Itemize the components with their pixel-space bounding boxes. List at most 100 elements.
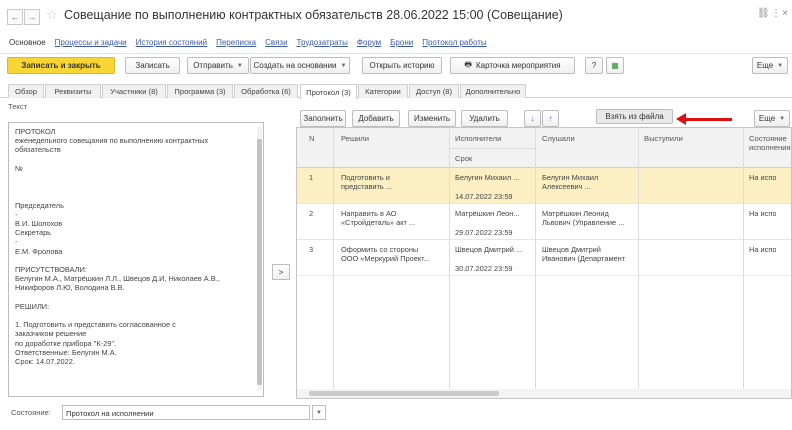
col-header-decided[interactable]: Решили [341, 134, 369, 143]
tab-additional[interactable]: Дополнительно [460, 84, 526, 98]
vertical-scrollbar[interactable] [257, 127, 262, 391]
cell-n: 2 [309, 209, 314, 218]
fill-button[interactable]: Заполнить [300, 110, 346, 127]
create-based-label: Создать на основании [253, 61, 337, 70]
add-button[interactable]: Добавить [352, 110, 400, 127]
protocol-text-lines: ПРОТОКОЛ еженедельного совещания по выпол… [15, 127, 257, 366]
text-line: В.И. Шолохов [15, 219, 63, 229]
section-state-history[interactable]: История состояний [136, 38, 208, 47]
status-select[interactable]: Протокол на исполнении [62, 405, 310, 420]
tab-access[interactable]: Доступ (8) [409, 84, 459, 98]
column-divider [535, 128, 536, 391]
column-divider [333, 128, 334, 391]
col-header-n[interactable]: N [309, 134, 314, 143]
text-line: Ответственные: Белугин М.А. [15, 347, 117, 357]
chevron-down-icon: ▼ [777, 62, 784, 69]
text-line: обязательств [15, 145, 61, 155]
cell-decided: «Стройдеталь» акт ... [341, 218, 416, 227]
tab-overview[interactable]: Обзор [8, 84, 44, 98]
cell-status: На испо [749, 173, 777, 182]
cell-deadline: 14.07.2022 23:59 [455, 192, 513, 201]
save-button[interactable]: Записать [125, 57, 180, 74]
col-header-speakers[interactable]: Выступили [644, 134, 683, 143]
section-work-log[interactable]: Протокол работы [422, 38, 486, 47]
scrollbar-thumb[interactable] [309, 391, 499, 396]
col-header-heard[interactable]: Слушали [542, 134, 575, 143]
col-header-executors[interactable]: Исполнители [455, 134, 501, 143]
edit-button[interactable]: Изменить [408, 110, 456, 127]
more-label: Еще [756, 61, 774, 70]
text-line [15, 293, 257, 302]
more-label: Еще [758, 114, 776, 123]
send-button[interactable]: Отправить ▼ [187, 57, 249, 74]
text-line: - [15, 237, 18, 247]
horizontal-scrollbar[interactable] [297, 389, 791, 398]
chevron-down-icon[interactable]: ▼ [312, 405, 326, 420]
table-row[interactable]: 2 Направить в АО «Стройдеталь» акт ... Матр… [297, 204, 791, 240]
link-icon[interactable]: ⛓ [757, 8, 770, 19]
section-forum[interactable]: Форум [357, 38, 381, 47]
event-card-button[interactable]: 🖶 Карточка мероприятия [450, 57, 575, 74]
toolbar-more-button[interactable]: Еще ▼ [752, 57, 788, 74]
cell-deadline: 30.07.2022 23:59 [455, 264, 513, 273]
chevron-down-icon: ▼ [779, 115, 786, 122]
scrollbar-thumb[interactable] [257, 139, 262, 385]
tab-requisites[interactable]: Реквизиты [45, 84, 101, 98]
section-correspondence[interactable]: Переписка [216, 38, 256, 47]
move-up-icon[interactable]: ↑ [542, 110, 559, 127]
text-line: Секретарь [15, 228, 52, 238]
table-header: N Решили Исполнители Срок Слушали Выступ… [297, 128, 791, 168]
move-down-icon[interactable]: ↓ [524, 110, 541, 127]
cell-deadline: 29.07.2022 23:59 [455, 228, 513, 237]
section-main[interactable]: Основное [9, 38, 46, 47]
open-history-button[interactable]: Открыть историю [362, 57, 442, 74]
cell-n: 3 [309, 245, 314, 254]
column-divider [449, 128, 450, 391]
help-icon[interactable]: ? [585, 57, 603, 74]
cell-decided: ООО «Меркурий Проект... [341, 254, 430, 263]
event-card-label: Карточка мероприятия [475, 61, 561, 70]
table-more-button[interactable]: Еще ▼ [754, 110, 790, 127]
table-toolbar: Заполнить Добавить Изменить Удалить ↓ ↑ … [296, 107, 792, 127]
save-and-close-button[interactable]: Записать и закрыть [7, 57, 115, 74]
table-row[interactable]: 3 Оформить со стороны ООО «Меркурий Проект… [297, 240, 791, 276]
main-toolbar: Записать и закрыть Записать Отправить ▼ С… [0, 57, 792, 79]
back-arrow-icon[interactable]: ← [7, 9, 23, 25]
favorite-star-icon[interactable]: ☆ [46, 7, 58, 23]
cell-decided: Подготовить и [341, 173, 390, 182]
tab-program[interactable]: Программа (3) [167, 84, 233, 98]
text-line: Никифоров Л.Ю, Володина В.В. [15, 283, 125, 293]
forward-arrow-icon[interactable]: → [24, 9, 40, 25]
section-bookings[interactable]: Брони [390, 38, 413, 47]
section-links[interactable]: Связи [265, 38, 287, 47]
create-based-on-button[interactable]: Создать на основании ▼ [250, 57, 350, 74]
excel-icon[interactable]: ▦ [606, 57, 624, 74]
take-from-file-button[interactable]: Взять из файла [596, 109, 673, 124]
tab-participants[interactable]: Участники (8) [102, 84, 166, 98]
move-right-button[interactable]: > [272, 264, 290, 280]
delete-button[interactable]: Удалить [461, 110, 508, 127]
table-row[interactable]: 1 Подготовить и представить ... Белугин Мих… [297, 168, 791, 204]
column-divider [638, 128, 639, 391]
cell-executor: Матрёшкин Леон... [455, 209, 520, 218]
section-processes[interactable]: Процессы и задачи [55, 38, 127, 47]
col-header-deadline[interactable]: Срок [455, 154, 472, 163]
cell-decided: Оформить со стороны [341, 245, 419, 254]
text-line: Председатель [15, 200, 64, 210]
text-line: Срок: 14.07.2022. [15, 357, 75, 367]
protocol-text-area[interactable]: ПРОТОКОЛ еженедельного совещания по выпол… [8, 122, 264, 397]
text-line: Е.М. Фролова [15, 246, 63, 256]
tab-processing[interactable]: Обработка (6) [234, 84, 298, 98]
section-labor[interactable]: Трудозатраты [297, 38, 348, 47]
text-line [15, 182, 257, 191]
col-header-status[interactable]: Состояние исполнения [749, 134, 791, 152]
tab-categories[interactable]: Категории [358, 84, 408, 98]
cell-decided: представить ... [341, 182, 392, 191]
cell-heard: Алексеевич ... [542, 182, 591, 191]
text-line [15, 311, 257, 320]
tab-protocol[interactable]: Протокол (3) [300, 84, 357, 99]
close-icon[interactable]: × [782, 8, 788, 19]
more-vertical-icon[interactable]: ⋮ [771, 8, 781, 19]
header-subdivider [449, 148, 535, 149]
status-label: Состояние: [11, 408, 52, 417]
